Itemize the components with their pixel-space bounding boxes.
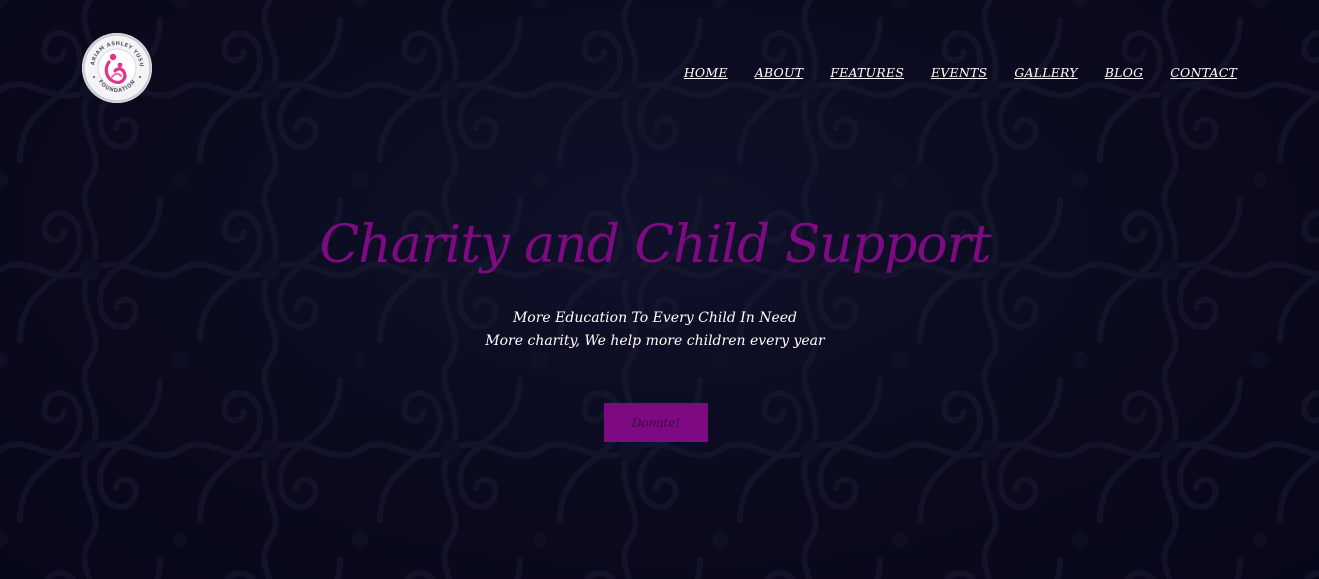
- nav-item-gallery: GALLERY: [1014, 62, 1077, 81]
- nav-item-contact: CONTACT: [1170, 62, 1237, 81]
- nav-link-contact[interactable]: CONTACT: [1170, 65, 1237, 80]
- damask-background-pattern: [0, 0, 1319, 579]
- foundation-logo[interactable]: MARIAM ASHLEY YUSUF FOUNDATION: [82, 33, 152, 103]
- nav-item-events: EVENTS: [931, 62, 987, 81]
- donate-button[interactable]: Donate!: [604, 403, 708, 442]
- nav-link-events[interactable]: EVENTS: [931, 65, 987, 80]
- hero-section: MARIAM ASHLEY YUSUF FOUNDATION HOME ABOU…: [0, 0, 1319, 579]
- nav-link-features[interactable]: FEATURES: [830, 65, 904, 80]
- nav-link-home[interactable]: HOME: [684, 65, 728, 80]
- nav-item-home: HOME: [684, 62, 728, 81]
- hero-subtitle-line-2: More charity, We help more children ever…: [485, 333, 825, 349]
- hero-subtitle-line-1: More Education To Every Child In Need: [512, 310, 798, 326]
- hero-title: Charity and Child Support: [319, 215, 992, 275]
- nav-item-features: FEATURES: [830, 62, 904, 81]
- nav-link-blog[interactable]: BLOG: [1105, 65, 1144, 80]
- nav-link-gallery[interactable]: GALLERY: [1014, 65, 1077, 80]
- nav-item-about: ABOUT: [755, 62, 804, 81]
- nav-item-blog: BLOG: [1105, 62, 1144, 81]
- main-navigation: HOME ABOUT FEATURES EVENTS GALLERY BLOG …: [684, 62, 1237, 81]
- nav-link-about[interactable]: ABOUT: [755, 65, 804, 80]
